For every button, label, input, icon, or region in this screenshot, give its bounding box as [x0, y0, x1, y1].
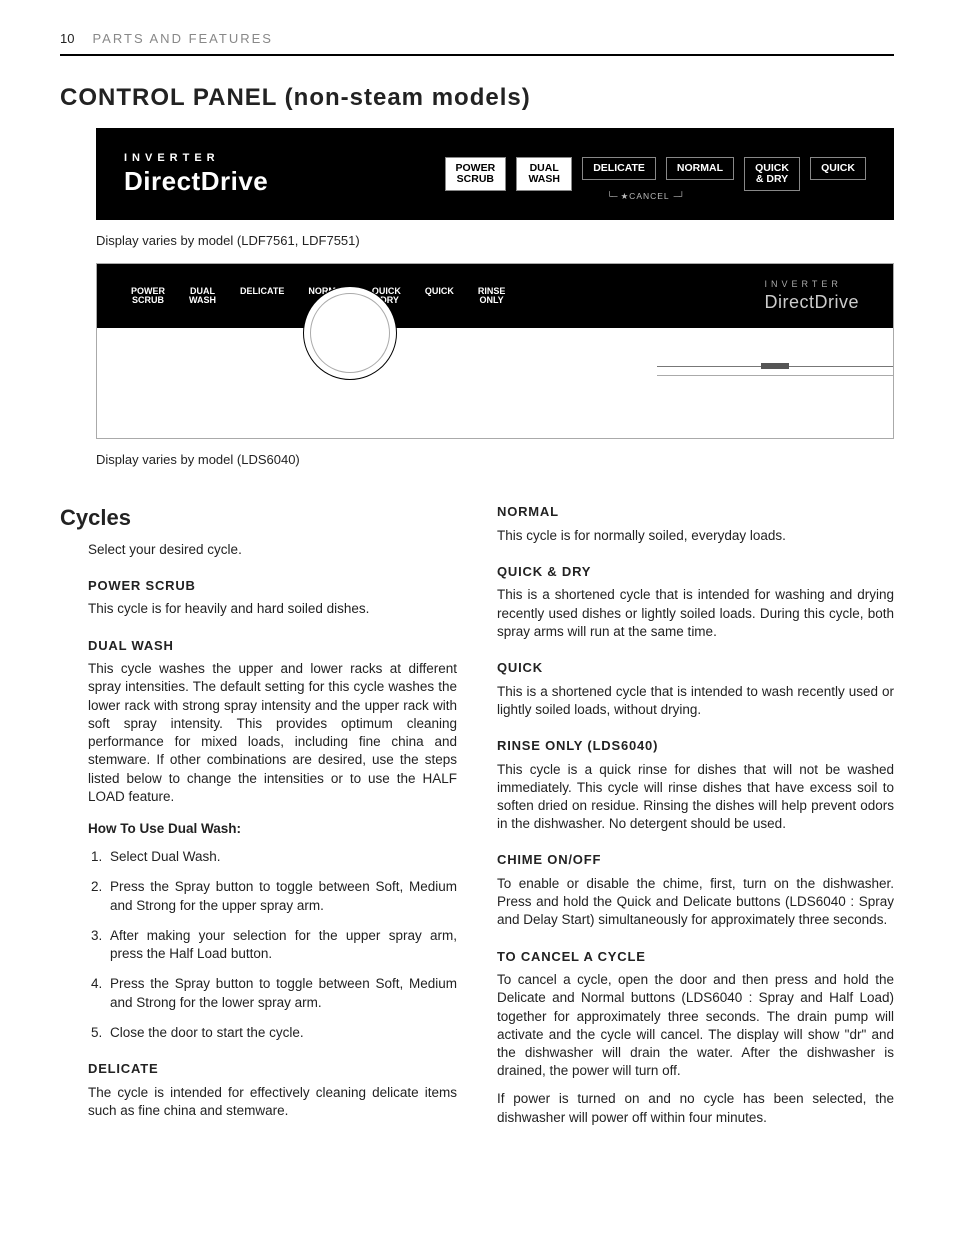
cycle-buttons-row: POWER SCRUB DUAL WASH DELICATE NORMAL QU… — [445, 157, 866, 191]
cancel-cycle-text-1: To cancel a cycle, open the door and the… — [497, 971, 894, 1080]
page-title: CONTROL PANEL (non-steam models) — [60, 82, 894, 114]
page-header: 10 PARTS AND FEATURES — [60, 30, 894, 56]
brand-logo-small: INVERTER DirectDrive — [764, 278, 859, 314]
brand-directdrive: DirectDrive — [124, 168, 268, 194]
quick-button: QUICK — [810, 157, 866, 180]
brand-inverter: INVERTER — [124, 153, 268, 164]
content-columns: Cycles Select your desired cycle. POWER … — [60, 503, 894, 1137]
quick-and-dry-text: This is a shortened cycle that is intend… — [497, 586, 894, 641]
rinse-only-text: This cycle is a quick rinse for dishes t… — [497, 761, 894, 834]
quick-and-dry-heading: QUICK & DRY — [497, 563, 894, 581]
list-item: Close the door to start the cycle. — [106, 1024, 457, 1042]
control-panel-image-2: POWERSCRUB DUALWASH DELICATE NORMAL QUIC… — [96, 263, 894, 439]
normal-button: NORMAL — [666, 157, 734, 180]
right-column: NORMAL This cycle is for normally soiled… — [497, 503, 894, 1137]
caption-2: Display varies by model (LDS6040) — [96, 451, 894, 469]
quick-text: This is a shortened cycle that is intend… — [497, 683, 894, 719]
list-item: Press the Spray button to toggle between… — [106, 975, 457, 1011]
power-scrub-heading: POWER SCRUB — [88, 577, 457, 595]
section-name: PARTS AND FEATURES — [92, 30, 272, 48]
caption-1: Display varies by model (LDF7561, LDF755… — [96, 232, 894, 250]
dual-wash-text: This cycle washes the upper and lower ra… — [88, 660, 457, 806]
chime-heading: CHIME ON/OFF — [497, 851, 894, 869]
cycles-intro: Select your desired cycle. — [88, 541, 457, 559]
power-scrub-text: This cycle is for heavily and hard soile… — [88, 600, 457, 618]
rinse-only-heading: RINSE ONLY (LDS6040) — [497, 737, 894, 755]
page-number: 10 — [60, 30, 74, 48]
left-column: Cycles Select your desired cycle. POWER … — [60, 503, 457, 1137]
detergent-lid-icon — [657, 366, 893, 438]
cancel-label: └─ ★CANCEL ─┘ — [607, 191, 684, 202]
dial-icon — [303, 286, 397, 380]
chime-text: To enable or disable the chime, first, t… — [497, 875, 894, 930]
cancel-cycle-text-2: If power is turned on and no cycle has b… — [497, 1090, 894, 1126]
brand-logo: INVERTER DirectDrive — [124, 153, 268, 194]
list-item: Select Dual Wash. — [106, 848, 457, 866]
normal-heading: NORMAL — [497, 503, 894, 521]
delicate-text: The cycle is intended for effectively cl… — [88, 1084, 457, 1120]
howto-steps: Select Dual Wash. Press the Spray button… — [106, 848, 457, 1042]
cancel-cycle-heading: TO CANCEL A CYCLE — [497, 948, 894, 966]
list-item: After making your selection for the uppe… — [106, 927, 457, 963]
delicate-heading: DELICATE — [88, 1060, 457, 1078]
quick-and-dry-button: QUICK & DRY — [744, 157, 800, 191]
quick-heading: QUICK — [497, 659, 894, 677]
howto-heading: How To Use Dual Wash: — [88, 820, 457, 838]
dual-wash-heading: DUAL WASH — [88, 637, 457, 655]
dual-wash-button: DUAL WASH — [516, 157, 572, 191]
control-panel-image-1: INVERTER DirectDrive POWER SCRUB DUAL WA… — [96, 128, 894, 220]
normal-text: This cycle is for normally soiled, every… — [497, 527, 894, 545]
power-scrub-button: POWER SCRUB — [445, 157, 507, 191]
cycles-heading: Cycles — [60, 503, 457, 533]
list-item: Press the Spray button to toggle between… — [106, 878, 457, 914]
delicate-button: DELICATE — [582, 157, 656, 180]
